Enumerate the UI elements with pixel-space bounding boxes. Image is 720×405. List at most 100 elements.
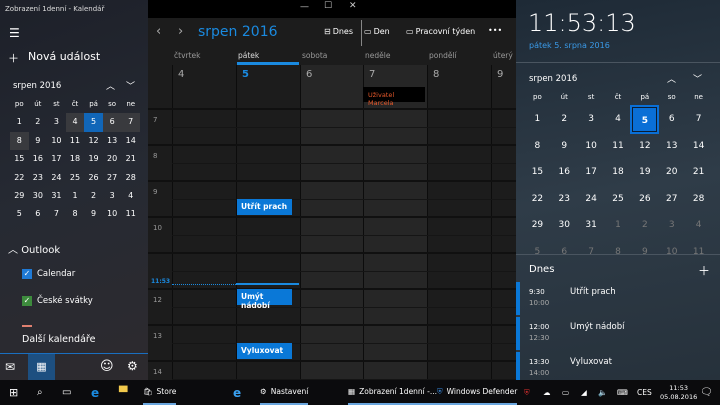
allday-event[interactable]: Uživatel Marcela xyxy=(363,87,425,107)
calendar-day[interactable]: 11 xyxy=(605,133,632,160)
calendar-day[interactable]: 8 xyxy=(605,239,632,266)
calendar-day[interactable]: 29 xyxy=(10,187,29,205)
calendar-day[interactable]: 9 xyxy=(84,205,103,223)
calendar-day[interactable]: 10 xyxy=(103,205,122,223)
calendar-day[interactable]: 18 xyxy=(605,159,632,186)
event-utrit-prach[interactable]: Utřít prach xyxy=(237,199,292,215)
calendar-day[interactable]: 11 xyxy=(66,132,85,150)
calendar-day[interactable]: 3 xyxy=(47,113,66,131)
calendar-day[interactable]: 3 xyxy=(578,106,605,133)
calendar-day[interactable]: 20 xyxy=(658,159,685,186)
battery-icon[interactable]: ▭ xyxy=(562,380,569,405)
action-center-icon[interactable]: 🗨 xyxy=(700,380,713,405)
day-view-button[interactable]: ▭ Den xyxy=(364,27,390,36)
calendar-day[interactable]: 18 xyxy=(66,150,85,168)
close-button[interactable]: ✕ xyxy=(349,1,357,11)
calendar-day[interactable]: 17 xyxy=(47,150,66,168)
calendar-day[interactable]: 24 xyxy=(578,186,605,213)
mail-icon[interactable]: ✉ xyxy=(5,360,15,374)
calendar-day[interactable]: 7 xyxy=(578,239,605,266)
calendar-day[interactable]: 1 xyxy=(524,106,551,133)
calendar-day[interactable]: 6 xyxy=(102,113,122,132)
taskbar-calendar[interactable]: ▦ Zobrazení 1denní -... xyxy=(348,380,438,405)
calendar-day[interactable]: 1 xyxy=(605,212,632,239)
calendar-day[interactable]: 7 xyxy=(685,106,712,133)
event-umyt-nadobi[interactable]: Umýt nádobí xyxy=(237,289,292,310)
calendar-day[interactable]: 26 xyxy=(631,186,658,213)
calendar-day[interactable]: 1 xyxy=(10,113,29,131)
calendar-day[interactable]: 13 xyxy=(658,133,685,160)
calendar-day[interactable]: 21 xyxy=(121,150,140,168)
calendar-day[interactable]: 21 xyxy=(685,159,712,186)
calendar-day[interactable]: 29 xyxy=(524,212,551,239)
calendar-day[interactable]: 19 xyxy=(631,159,658,186)
checkbox-icon[interactable]: ✓ xyxy=(22,269,32,279)
agenda-item[interactable]: 9:30 10:00 Utřít prach xyxy=(516,282,720,316)
calendar-day[interactable]: 4 xyxy=(685,212,712,239)
calendar-day[interactable]: 9 xyxy=(631,239,658,266)
calendar-day[interactable]: 14 xyxy=(685,133,712,160)
calendar-day[interactable]: 8 xyxy=(66,205,85,223)
language-indicator[interactable]: CES xyxy=(637,380,652,405)
calendar-day[interactable]: 20 xyxy=(103,150,122,168)
search-icon[interactable]: ⌕ xyxy=(37,380,43,405)
calendar-day[interactable]: 4 xyxy=(121,187,140,205)
calendar-day[interactable]: 17 xyxy=(578,159,605,186)
calendar-day[interactable]: 6 xyxy=(29,205,48,223)
calendar-day[interactable]: 15 xyxy=(10,150,29,168)
calendar-day[interactable]: 2 xyxy=(84,187,103,205)
taskbar-settings[interactable]: ⚙ Nastavení xyxy=(260,380,309,405)
new-event-button[interactable]: ＋ Nová událost xyxy=(8,50,100,66)
calendar-day[interactable]: 28 xyxy=(685,186,712,213)
settings-gear-icon[interactable]: ⚙ xyxy=(127,359,138,373)
feedback-smiley-icon[interactable]: ☺ xyxy=(100,359,114,374)
task-view-icon[interactable]: ▭ xyxy=(62,380,71,405)
taskbar-defender[interactable]: ⛨ Windows Defender xyxy=(437,380,518,405)
calendar-day[interactable]: 4 xyxy=(65,113,85,132)
calendar-day[interactable]: 9 xyxy=(29,132,48,150)
calendar-day[interactable]: 10 xyxy=(658,239,685,266)
next-month-button[interactable]: ﹀ xyxy=(693,72,702,85)
calendar-day[interactable]: 27 xyxy=(658,186,685,213)
calendar-day[interactable]: 5 xyxy=(10,205,29,223)
calendar-day[interactable]: 26 xyxy=(84,169,103,187)
calendar-day[interactable]: 3 xyxy=(103,187,122,205)
calendar-item-holidays[interactable]: ✓ České svátky xyxy=(22,296,93,306)
onedrive-icon[interactable]: ☁ xyxy=(543,380,551,405)
calendar-item-calendar[interactable]: ✓ Calendar xyxy=(22,269,75,279)
defender-tray-icon[interactable]: ⛨ xyxy=(524,380,530,405)
calendar-icon[interactable]: ▦ xyxy=(28,354,55,380)
calendar-day[interactable]: 2 xyxy=(551,106,578,133)
volume-icon[interactable]: 🔈 xyxy=(598,380,607,405)
calendar-day[interactable]: 3 xyxy=(658,212,685,239)
calendar-day[interactable]: 27 xyxy=(103,169,122,187)
calendar-day[interactable]: 1 xyxy=(66,187,85,205)
calendar-day[interactable]: 25 xyxy=(605,186,632,213)
network-icon[interactable]: ◢ xyxy=(581,380,587,405)
minimize-button[interactable]: — xyxy=(300,2,309,12)
prev-button[interactable]: ‹ xyxy=(156,24,161,39)
account-outlook[interactable]: ︿ Outlook xyxy=(8,241,60,256)
calendar-day[interactable]: 25 xyxy=(66,169,85,187)
calendar-day[interactable]: 22 xyxy=(524,186,551,213)
calendar-day[interactable]: 16 xyxy=(29,150,48,168)
calendar-day[interactable]: 12 xyxy=(84,132,103,150)
event-vyluxovat[interactable]: Vyluxovat xyxy=(237,343,292,359)
calendar-day[interactable]: 6 xyxy=(658,106,685,133)
calendar-day[interactable]: 7 xyxy=(47,205,66,223)
calendar-day[interactable]: 16 xyxy=(551,159,578,186)
calendar-day[interactable]: 19 xyxy=(84,150,103,168)
calendar-day[interactable]: 8 xyxy=(524,133,551,160)
prev-month-button[interactable]: ︿ xyxy=(106,79,115,92)
calendar-day[interactable]: 31 xyxy=(578,212,605,239)
workweek-button[interactable]: ▭ Pracovní týden xyxy=(406,27,475,36)
start-windows-icon[interactable]: ⊞ xyxy=(9,380,18,405)
calendar-day[interactable]: 23 xyxy=(551,186,578,213)
next-month-button[interactable]: ﹀ xyxy=(126,79,135,92)
more-calendars-link[interactable]: Další kalendáře xyxy=(22,334,95,345)
calendar-day[interactable]: 7 xyxy=(121,113,140,132)
calendar-day[interactable]: 5 xyxy=(630,105,660,134)
calendar-day[interactable]: 4 xyxy=(605,106,632,133)
checkbox-icon[interactable]: ✓ xyxy=(22,296,32,306)
prev-month-button[interactable]: ︿ xyxy=(667,72,676,85)
